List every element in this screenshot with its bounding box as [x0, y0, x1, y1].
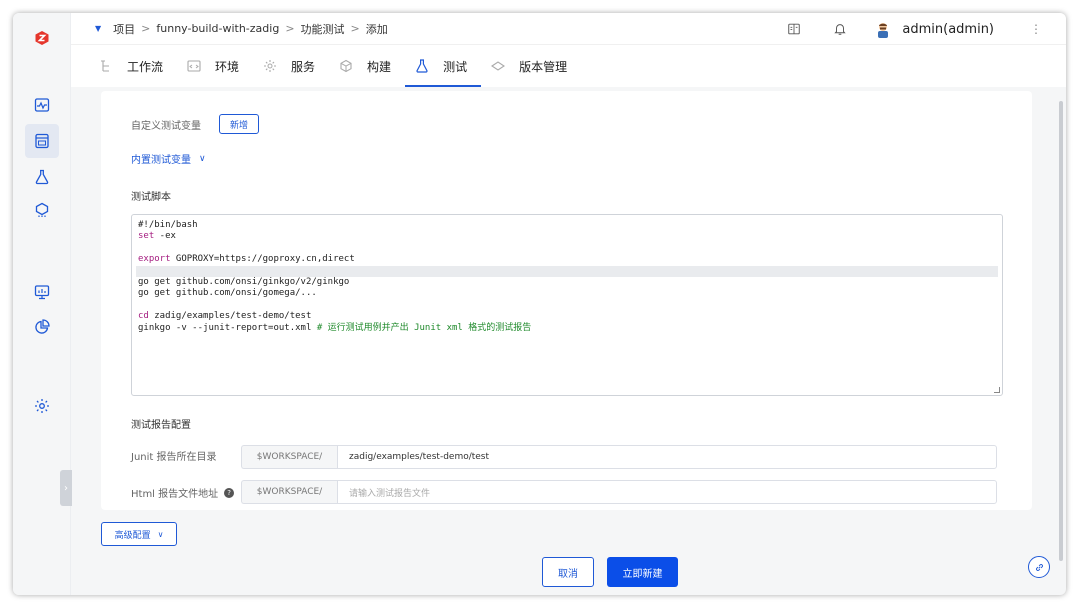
tab-label: 工作流 [127, 59, 164, 74]
breadcrumb-item[interactable]: 项目 [113, 21, 135, 37]
breadcrumb-item[interactable]: 功能测试 [301, 21, 345, 37]
caret-down-icon[interactable]: ▼ [95, 24, 101, 33]
create-now-button[interactable]: 立即新建 [607, 557, 678, 587]
artifact-icon[interactable] [25, 193, 59, 227]
help-icon[interactable]: ? [224, 487, 235, 498]
breadcrumb-item[interactable]: funny-build-with-zadig [156, 22, 279, 35]
test-form-card: 自定义测试变量 新增 内置测试变量 ∨ 测试脚本 #!/bin/bash set… [101, 91, 1032, 510]
junit-dir-prefix: $WORKSPACE/ [241, 445, 337, 469]
code-line-current [136, 265, 998, 277]
tab-label: 环境 [215, 59, 240, 74]
tab-label: 测试 [443, 59, 468, 74]
builtin-vars-toggle[interactable]: 内置测试变量 ∨ [131, 151, 206, 167]
breadcrumb-separator: > [285, 22, 295, 35]
workflow-icon [99, 59, 113, 73]
cancel-button[interactable]: 取消 [542, 557, 594, 587]
code-line: export GOPROXY=https://goproxy.cn,direct [138, 254, 355, 265]
tab-bar: 工作流 环境 服务 构建 测试 版本管理 [71, 45, 1066, 87]
breadcrumb-separator: > [350, 22, 360, 35]
tab-label: 构建 [367, 59, 392, 74]
html-path-prefix: $WORKSPACE/ [241, 480, 337, 504]
add-var-button[interactable]: 新增 [219, 114, 259, 134]
settings-gear-icon[interactable] [25, 389, 59, 423]
book-icon[interactable] [786, 21, 802, 37]
tab-label: 服务 [291, 59, 316, 74]
custom-vars-label: 自定义测试变量 [131, 121, 201, 132]
tab-workflow[interactable]: 工作流 [99, 45, 163, 87]
test-script-editor[interactable]: #!/bin/bash set -ex export GOPROXY=https… [131, 214, 1003, 396]
tab-test[interactable]: 测试 [405, 45, 482, 87]
html-path-input[interactable]: 请输入测试报告文件 [337, 480, 997, 504]
advanced-config-button[interactable]: 高级配置 ∨ [101, 522, 177, 546]
flask-icon[interactable] [25, 160, 59, 194]
junit-dir-input[interactable]: zadig/examples/test-demo/test [337, 445, 997, 469]
html-path-label: Html 报告文件地址 [131, 489, 219, 500]
resize-handle-icon[interactable] [994, 387, 1000, 393]
code-line: ginkgo -v --junit-report=out.xml # 运行测试用… [138, 322, 532, 333]
zadig-logo-icon[interactable] [25, 21, 59, 55]
builtin-vars-label: 内置测试变量 [131, 155, 191, 166]
version-diamond-icon [491, 59, 506, 73]
code-line: cd zadig/examples/test-demo/test [138, 311, 312, 322]
code-line: go get github.com/onsi/ginkgo/v2/ginkgo [138, 276, 350, 287]
junit-dir-input-group: $WORKSPACE/ zadig/examples/test-demo/tes… [241, 445, 997, 469]
tab-build[interactable]: 构建 [339, 45, 391, 87]
user-name[interactable]: admin(admin) [902, 22, 994, 37]
dashboard-icon[interactable] [25, 275, 59, 309]
avatar[interactable] [874, 20, 892, 38]
project-icon[interactable] [25, 124, 59, 158]
sidebar-expand-handle[interactable]: › [60, 470, 72, 506]
breadcrumb-item-current: 添加 [365, 22, 388, 36]
pie-chart-icon[interactable] [25, 310, 59, 344]
code-line: set -ex [138, 231, 176, 242]
advanced-config-label: 高级配置 [114, 530, 151, 541]
top-right-actions: admin(admin) ⋮ [786, 13, 1066, 45]
tab-version[interactable]: 版本管理 [491, 45, 567, 87]
chevron-down-icon: ∨ [199, 153, 206, 164]
report-section-title: 测试报告配置 [131, 420, 191, 431]
bell-icon[interactable] [832, 21, 848, 37]
chevron-right-icon: › [64, 482, 68, 494]
script-section-title: 测试脚本 [131, 192, 171, 203]
breadcrumb-separator: > [141, 22, 151, 35]
build-cube-icon [339, 59, 353, 73]
app-window: › ▼ 项目 > funny-build-with-zadig > 功能测试 >… [13, 13, 1066, 595]
more-vertical-icon[interactable]: ⋮ [1030, 22, 1042, 36]
environment-icon [187, 59, 201, 73]
breadcrumb: ▼ 项目 > funny-build-with-zadig > 功能测试 > 添… [95, 21, 388, 37]
link-icon[interactable] [1028, 556, 1050, 578]
flask-icon [415, 59, 429, 73]
chevron-down-icon: ∨ [157, 529, 164, 539]
page-scrollbar[interactable] [1059, 101, 1063, 561]
code-line: go get github.com/onsi/gomega/... [138, 288, 317, 299]
tab-service[interactable]: 服务 [263, 45, 315, 87]
html-path-label-group: Html 报告文件地址 ? [131, 485, 235, 500]
monitor-pulse-icon[interactable] [25, 88, 59, 122]
junit-dir-label: Junit 报告所在目录 [131, 452, 217, 463]
html-path-input-group: $WORKSPACE/ 请输入测试报告文件 [241, 480, 997, 504]
service-icon [263, 59, 277, 73]
code-line: #!/bin/bash [138, 220, 198, 230]
top-bar: ▼ 项目 > funny-build-with-zadig > 功能测试 > 添… [71, 13, 1066, 45]
tab-environment[interactable]: 环境 [187, 45, 239, 87]
tab-label: 版本管理 [519, 59, 568, 74]
sidebar: › [13, 13, 72, 595]
